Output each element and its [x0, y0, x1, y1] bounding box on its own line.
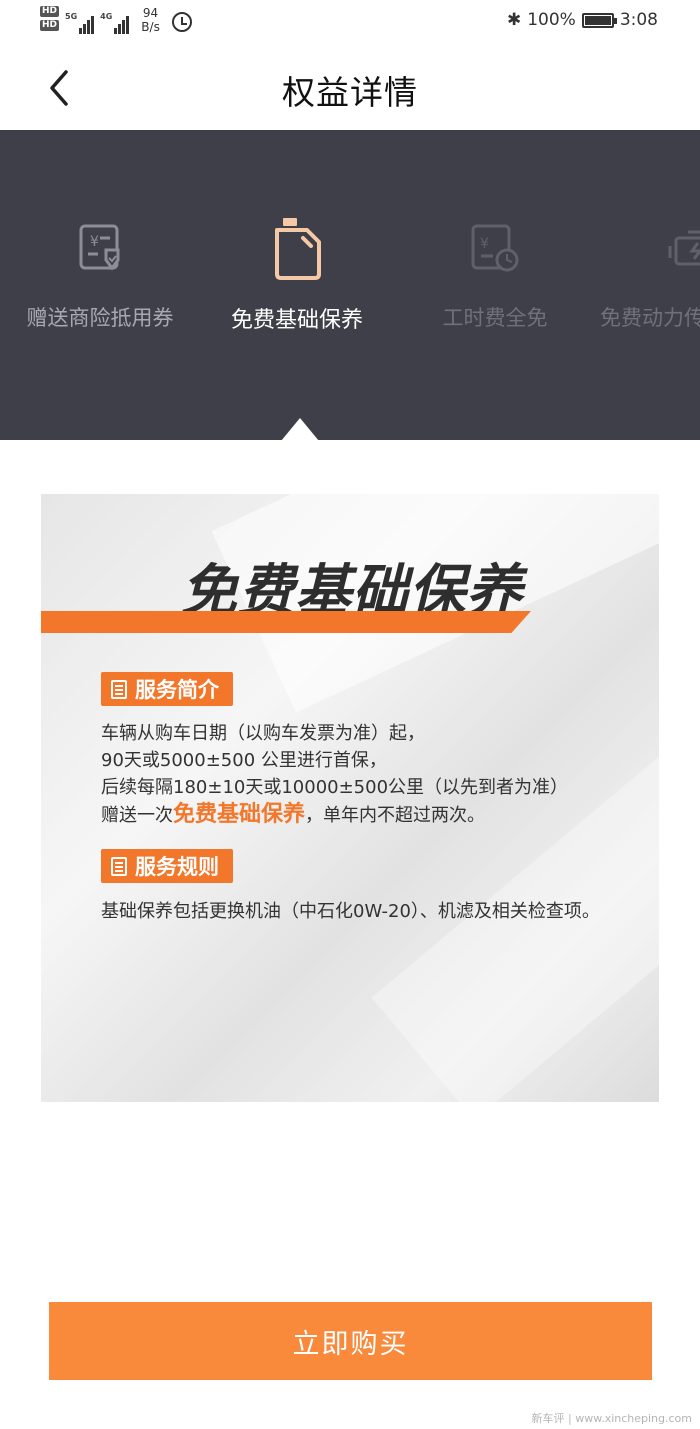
- promo-card: 免费基础保养 服务简介 车辆从购车日期（以购车发票为准）起， 90天或5000±…: [41, 494, 659, 1102]
- battery-percent: 100%: [527, 10, 576, 30]
- alarm-clock-icon: [171, 12, 192, 32]
- tab-free-basic-maintenance-label: 免费基础保养: [230, 308, 363, 333]
- insurance-voucher-icon: ¥: [79, 224, 120, 271]
- engine-icon: [668, 230, 700, 266]
- hd-badge-2: HD: [40, 20, 60, 31]
- benefit-tabs: ¥ 赠送商险抵用券 免费基础保养 ¥ 工时费全免 免费动力传: [0, 130, 700, 440]
- status-left: HD HD 5G 4G 94 B/s: [40, 6, 192, 34]
- nav-bar: 权益详情: [0, 46, 700, 130]
- tab-free-basic-maintenance[interactable]: 免费基础保养: [197, 216, 397, 334]
- intro-highlight: 免费基础保养: [173, 802, 306, 827]
- signal-5g-icon: 5G: [65, 12, 95, 34]
- network-speed-unit: B/s: [141, 20, 160, 34]
- buy-now-button[interactable]: 立即购买: [49, 1302, 652, 1380]
- intro-line-4-prefix: 赠送一次: [101, 805, 173, 826]
- svg-text:¥: ¥: [480, 236, 489, 252]
- service-intro-badge: 服务简介: [101, 672, 233, 706]
- watermark: 新车评 | www.xincheping.com: [531, 1412, 692, 1425]
- signal-4g-icon: 4G: [100, 12, 130, 34]
- hd-badge: HD: [40, 6, 60, 17]
- service-intro-text: 车辆从购车日期（以购车发票为准）起， 90天或5000±500 公里进行首保， …: [101, 720, 568, 829]
- signal-5g-label: 5G: [65, 12, 78, 21]
- signal-4g-label: 4G: [100, 12, 113, 21]
- tab-free-powertrain[interactable]: 免费动力传: [560, 216, 700, 332]
- service-rules-label: 服务规则: [135, 855, 219, 879]
- svg-text:¥: ¥: [90, 234, 99, 250]
- battery-icon: [581, 12, 617, 28]
- intro-line-3: 后续每隔180±10天或10000±500公里（以先到者为准）: [101, 777, 569, 798]
- bluetooth-icon: ✱: [506, 10, 522, 30]
- status-bar: HD HD 5G 4G 94 B/s ✱ 100% 3:08: [0, 0, 700, 46]
- document-icon: [111, 679, 127, 699]
- tab-insurance-voucher-label: 赠送商险抵用券: [26, 306, 174, 330]
- tab-insurance-voucher[interactable]: ¥ 赠送商险抵用券: [0, 216, 200, 332]
- hd-indicators: HD HD: [40, 6, 60, 31]
- service-rules-text: 基础保养包括更换机油（中石化0W-20）、机滤及相关检查项。: [101, 901, 600, 922]
- status-right: ✱ 100% 3:08: [507, 10, 658, 30]
- rules-document-icon: [111, 856, 127, 876]
- service-intro-label: 服务简介: [135, 678, 219, 702]
- network-speed-value: 94: [142, 6, 159, 20]
- promo-stripe: [41, 611, 531, 633]
- intro-line-2: 90天或5000±500 公里进行首保，: [101, 750, 387, 771]
- intro-line-4-suffix: ，单年内不超过两次。: [305, 805, 486, 826]
- page-title: 权益详情: [282, 73, 418, 112]
- intro-line-4: 赠送一次免费基础保养，单年内不超过两次。: [101, 801, 568, 829]
- clock-time: 3:08: [619, 10, 658, 30]
- oil-can-icon: [275, 218, 321, 280]
- tab-free-powertrain-label: 免费动力传: [600, 306, 700, 330]
- service-rules-badge: 服务规则: [101, 849, 233, 883]
- network-speed: 94 B/s: [141, 6, 160, 34]
- intro-line-1: 车辆从购车日期（以购车发票为准）起，: [101, 723, 425, 744]
- labor-fee-icon: ¥: [471, 224, 519, 272]
- selected-tab-pointer: [281, 418, 319, 441]
